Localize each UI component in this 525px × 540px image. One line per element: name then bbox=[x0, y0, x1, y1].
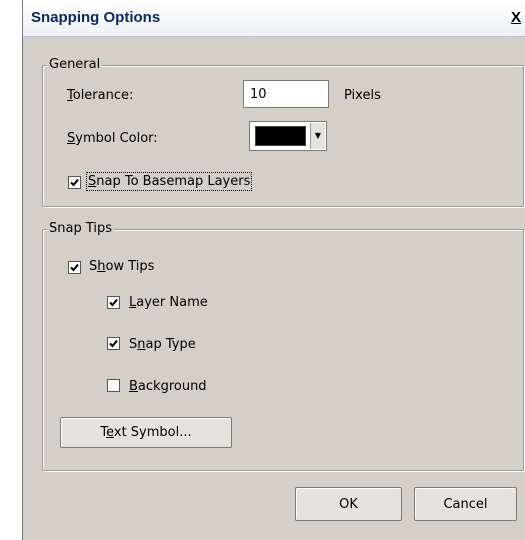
background-checkbox[interactable] bbox=[107, 379, 120, 392]
close-button[interactable]: X bbox=[511, 10, 523, 26]
symbol-color-label-rest: ymbol Color: bbox=[75, 131, 158, 146]
show-tips-accel: h bbox=[97, 259, 106, 274]
dialog-title: Snapping Options bbox=[31, 9, 161, 26]
text-symbol-rest: xt Symbol... bbox=[113, 425, 192, 440]
background-rest: ackground bbox=[137, 379, 207, 394]
chevron-down-icon: ▼ bbox=[314, 131, 322, 140]
layer-name-label[interactable]: Layer Name bbox=[129, 295, 208, 310]
snap-basemap-label[interactable]: Snap To Basemap Layers bbox=[85, 172, 253, 191]
snapping-options-dialog: Snapping Options X General Tolerance: Pi… bbox=[22, 0, 525, 540]
show-tips-checkbox[interactable] bbox=[68, 261, 81, 274]
checkmark-icon bbox=[109, 298, 118, 307]
snap-type-checkbox[interactable] bbox=[107, 337, 120, 350]
show-tips-rest: ow Tips bbox=[105, 259, 155, 274]
background-accel: B bbox=[129, 379, 138, 394]
text-symbol-accel: e bbox=[106, 425, 114, 440]
checkmark-icon bbox=[70, 178, 79, 187]
snap-type-rest: ap Type bbox=[145, 337, 196, 352]
checkmark-icon bbox=[109, 339, 118, 348]
layer-name-rest: ayer Name bbox=[136, 295, 208, 310]
tolerance-label-rest: olerance: bbox=[72, 88, 134, 103]
snap-basemap-checkbox[interactable] bbox=[68, 176, 81, 189]
show-tips-label[interactable]: Show Tips bbox=[89, 259, 154, 274]
ok-button[interactable]: OK bbox=[295, 487, 402, 521]
layer-name-checkbox[interactable] bbox=[107, 296, 120, 309]
tolerance-unit-label: Pixels bbox=[344, 88, 381, 103]
snap-tips-group-legend: Snap Tips bbox=[47, 221, 115, 236]
tolerance-input[interactable] bbox=[243, 80, 329, 108]
title-bar[interactable]: Snapping Options X bbox=[23, 0, 525, 37]
symbol-color-swatch bbox=[255, 126, 306, 146]
checkmark-icon bbox=[70, 263, 79, 272]
tolerance-label: Tolerance: bbox=[67, 88, 133, 103]
color-dropdown-button[interactable]: ▼ bbox=[310, 123, 325, 149]
cancel-button[interactable]: Cancel bbox=[414, 487, 517, 521]
text-symbol-button[interactable]: Text Symbol... bbox=[60, 417, 232, 448]
symbol-color-label: Symbol Color: bbox=[67, 131, 158, 146]
symbol-color-picker[interactable]: ▼ bbox=[249, 121, 327, 151]
snap-type-accel: n bbox=[137, 337, 146, 352]
general-group-legend: General bbox=[47, 57, 103, 72]
background-label[interactable]: Background bbox=[129, 379, 207, 394]
snap-type-label[interactable]: Snap Type bbox=[129, 337, 196, 352]
snap-basemap-rest: nap To Basemap Layers bbox=[96, 174, 251, 189]
